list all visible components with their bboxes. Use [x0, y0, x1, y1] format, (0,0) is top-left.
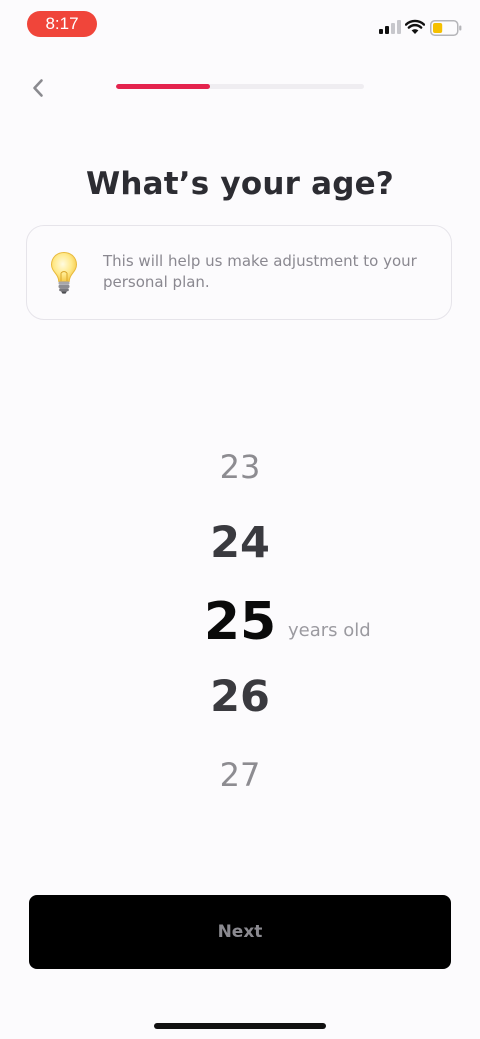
lightbulb-icon	[50, 251, 78, 294]
info-card: This will help us make adjustment to you…	[26, 225, 452, 320]
info-text: This will help us make adjustment to you…	[103, 252, 417, 291]
home-indicator	[154, 1023, 326, 1029]
age-picker[interactable]: 23 24 25 years old 26 27	[0, 440, 480, 820]
status-bar: 8:17	[0, 0, 480, 48]
chevron-left-icon	[33, 79, 43, 97]
age-option-23[interactable]: 23	[140, 448, 340, 486]
age-option-26[interactable]: 26	[140, 672, 340, 722]
page-title: What’s your age?	[86, 166, 394, 202]
wifi-icon	[405, 19, 425, 34]
back-button[interactable]	[22, 72, 54, 104]
next-button[interactable]: Next	[29, 895, 451, 969]
age-unit-label: years old	[288, 620, 371, 641]
age-option-24[interactable]: 24	[140, 518, 340, 568]
battery-icon	[430, 20, 462, 36]
status-time: 8:17	[27, 11, 97, 37]
age-option-27[interactable]: 27	[140, 756, 340, 794]
progress-bar	[116, 84, 364, 89]
progress-fill	[116, 84, 211, 89]
cellular-signal-icon	[379, 20, 401, 34]
